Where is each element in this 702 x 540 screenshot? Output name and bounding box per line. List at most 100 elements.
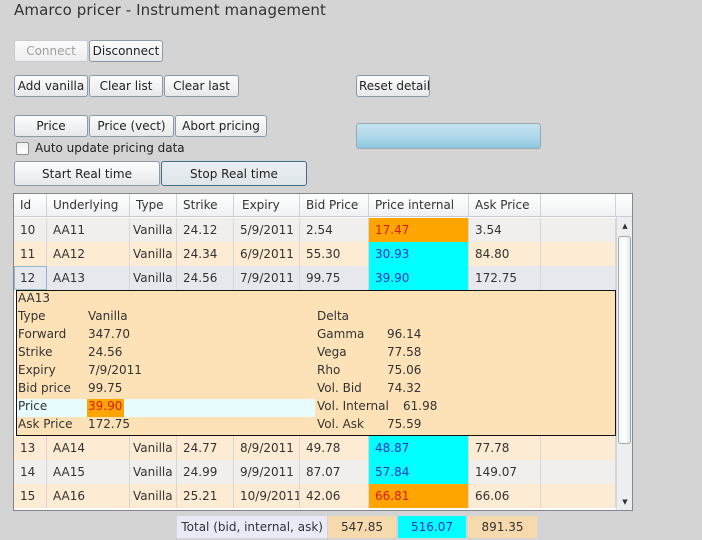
instrument-grid[interactable]: Id Underlying Type Strike Expiry Bid Pri… xyxy=(13,193,633,511)
connect-button[interactable]: Connect xyxy=(14,40,88,62)
cell-underlying: AA11 xyxy=(47,218,130,242)
details-label-bid-price: Bid price xyxy=(18,381,71,395)
details-label-vol-internal: Vol. Internal xyxy=(317,399,389,413)
cell-ask-price: 77.78 xyxy=(469,436,541,460)
cell-bid-price: 55.30 xyxy=(300,242,369,266)
auto-update-label: Auto update pricing data xyxy=(35,141,185,155)
column-header-strike[interactable]: Strike xyxy=(177,194,234,216)
details-label-ask-price: Ask Price xyxy=(18,417,73,431)
details-label-vol-bid: Vol. Bid xyxy=(317,381,362,395)
cell-id: 12 xyxy=(14,266,47,290)
cell-type: Vanilla xyxy=(130,484,177,508)
clear-last-button[interactable]: Clear last xyxy=(164,75,239,97)
disconnect-button[interactable]: Disconnect xyxy=(89,40,163,62)
details-label-gamma: Gamma xyxy=(317,327,365,341)
cell-bid-price: 87.07 xyxy=(300,460,369,484)
price-highlight-strip xyxy=(17,399,315,417)
details-value-forward: 347.70 xyxy=(88,327,130,341)
scrollbar-thumb[interactable] xyxy=(618,236,631,444)
column-header-type[interactable]: Type xyxy=(130,194,177,216)
cell-id: 10 xyxy=(14,218,47,242)
price-button[interactable]: Price xyxy=(14,115,88,137)
cell-type: Vanilla xyxy=(130,460,177,484)
cell-filler xyxy=(541,218,616,242)
cell-type: Vanilla xyxy=(130,242,177,266)
cell-bid-price: 99.75 xyxy=(300,266,369,290)
cell-ask-price: 66.06 xyxy=(469,484,541,508)
column-header-bid-price[interactable]: Bid Price xyxy=(300,194,369,216)
details-value-rho: 75.06 xyxy=(387,363,422,377)
details-label-vol-ask: Vol. Ask xyxy=(317,417,364,431)
details-label-delta: Delta xyxy=(317,309,350,323)
cell-expiry: 7/9/2011 xyxy=(234,266,300,290)
details-value-expiry: 7/9/2011 xyxy=(88,363,142,377)
scroll-down-arrow-icon[interactable]: ▼ xyxy=(617,493,632,510)
table-row[interactable]: 13 AA14 Vanilla 24.77 8/9/2011 49.78 48.… xyxy=(14,436,616,460)
cell-bid-price: 42.06 xyxy=(300,484,369,508)
row-details-panel: AA13 Type Vanilla Forward 347.70 Strike … xyxy=(16,290,616,436)
auto-update-checkbox[interactable] xyxy=(16,141,29,155)
reset-details-button[interactable]: Reset details xyxy=(356,75,430,97)
details-value-type: Vanilla xyxy=(88,309,128,323)
cell-filler xyxy=(541,242,616,266)
table-row[interactable]: 14 AA15 Vanilla 24.99 9/9/2011 87.07 57.… xyxy=(14,460,616,484)
column-header-ask-price[interactable]: Ask Price xyxy=(469,194,541,216)
details-underlying-name: AA13 xyxy=(18,291,51,305)
column-header-underlying[interactable]: Underlying xyxy=(47,194,130,216)
total-internal-value: 516.07 xyxy=(398,516,466,538)
grid-header: Id Underlying Type Strike Expiry Bid Pri… xyxy=(14,194,632,217)
cell-underlying: AA14 xyxy=(47,436,130,460)
total-ask-value: 891.35 xyxy=(468,516,537,538)
details-value-price: 39.90 xyxy=(88,399,123,413)
cell-underlying: AA12 xyxy=(47,242,130,266)
cell-ask-price: 172.75 xyxy=(469,266,541,290)
column-header-id[interactable]: Id xyxy=(14,194,47,216)
scroll-up-arrow-icon[interactable]: ▲ xyxy=(617,217,632,234)
cell-strike: 24.34 xyxy=(177,242,234,266)
table-row[interactable]: 10 AA11 Vanilla 24.12 5/9/2011 2.54 17.4… xyxy=(14,218,616,242)
cell-strike: 24.56 xyxy=(177,266,234,290)
auto-update-checkbox-row[interactable]: Auto update pricing data xyxy=(16,141,185,155)
cell-expiry: 6/9/2011 xyxy=(234,242,300,266)
cell-filler xyxy=(541,484,616,508)
cell-expiry: 9/9/2011 xyxy=(234,460,300,484)
cell-underlying: AA15 xyxy=(47,460,130,484)
cell-bid-price: 49.78 xyxy=(300,436,369,460)
cell-ask-price: 3.54 xyxy=(469,218,541,242)
cell-expiry: 5/9/2011 xyxy=(234,218,300,242)
window-title: Amarco pricer - Instrument management xyxy=(14,1,327,19)
details-label-vega: Vega xyxy=(317,345,347,359)
cell-filler xyxy=(541,266,616,290)
details-value-gamma: 96.14 xyxy=(387,327,422,341)
price-vect-button[interactable]: Price (vect) xyxy=(89,115,174,137)
cell-price-internal: 39.90 xyxy=(369,266,469,290)
details-value-ask-price: 172.75 xyxy=(88,417,130,431)
table-row[interactable]: 11 AA12 Vanilla 24.34 6/9/2011 55.30 30.… xyxy=(14,242,616,266)
stop-real-time-button[interactable]: Stop Real time xyxy=(161,161,307,186)
add-vanilla-button[interactable]: Add vanilla xyxy=(14,75,88,97)
cell-price-internal: 48.87 xyxy=(369,436,469,460)
details-value-bid-price: 99.75 xyxy=(88,381,123,395)
column-header-expiry[interactable]: Expiry xyxy=(234,194,300,216)
cell-ask-price: 84.80 xyxy=(469,242,541,266)
table-row[interactable]: 15 AA16 Vanilla 25.21 10/9/2011 42.06 66… xyxy=(14,484,616,508)
table-row-selected[interactable]: 12 AA13 Vanilla 24.56 7/9/2011 99.75 39.… xyxy=(14,266,616,290)
details-value-vol-bid: 74.32 xyxy=(387,381,422,395)
cell-expiry: 8/9/2011 xyxy=(234,436,300,460)
cell-type: Vanilla xyxy=(130,218,177,242)
clear-list-button[interactable]: Clear list xyxy=(89,75,163,97)
start-real-time-button[interactable]: Start Real time xyxy=(14,161,160,186)
details-label-type: Type xyxy=(18,309,46,323)
abort-pricing-button[interactable]: Abort pricing xyxy=(175,115,267,137)
details-label-strike: Strike xyxy=(18,345,53,359)
cell-price-internal: 30.93 xyxy=(369,242,469,266)
total-bid-value: 547.85 xyxy=(328,516,396,538)
cell-id: 15 xyxy=(14,484,47,508)
cell-strike: 24.99 xyxy=(177,460,234,484)
details-value-strike: 24.56 xyxy=(88,345,123,359)
vertical-scrollbar[interactable]: ▲ ▼ xyxy=(616,217,632,510)
cell-ask-price: 149.07 xyxy=(469,460,541,484)
details-label-rho: Rho xyxy=(317,363,341,377)
column-header-price-internal[interactable]: Price internal xyxy=(369,194,469,216)
cell-id: 11 xyxy=(14,242,47,266)
